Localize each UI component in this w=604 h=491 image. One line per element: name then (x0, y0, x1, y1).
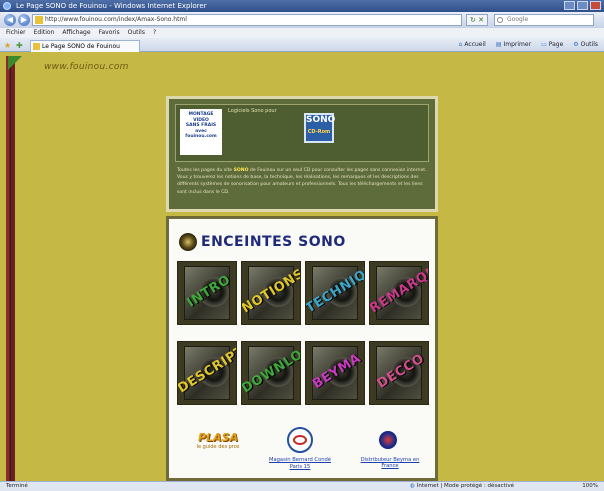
command-bar: ⌂ Accueil ▤ Imprimer ▭ Page ⚙ Outils (459, 41, 598, 48)
site-logo[interactable]: www.fouinou.com (44, 62, 129, 72)
close-button[interactable] (590, 1, 601, 10)
enceintes-sono-panel: ENCEINTES SONO INTRO NOTIONS TECHNIQUE R… (166, 216, 438, 481)
promo-banner: MONTAGE VIDEO SANS FRAIS avec fouinou.co… (175, 104, 429, 162)
minimize-button[interactable] (564, 1, 575, 10)
zoom-level[interactable]: 100% (582, 482, 598, 491)
maximize-button[interactable] (577, 1, 588, 10)
page-icon: ▭ (541, 41, 547, 48)
page-favicon-icon (35, 16, 43, 24)
page-viewport: www.fouinou.com MONTAGE VIDEO SANS FRAIS… (0, 52, 604, 481)
home-icon: ⌂ (458, 41, 463, 48)
window-title: Le Page SONO de Fouinou - Windows Intern… (16, 2, 207, 10)
menu-edit[interactable]: Edition (34, 28, 55, 38)
promo-small-label: Logiciels Sono pour (228, 108, 277, 114)
plasa-logo[interactable]: PLASA le guide des pros (191, 431, 245, 450)
url-field[interactable]: http://www.fouinou.com/index/Amax-Sono.h… (32, 14, 462, 26)
status-text: Terminé (6, 483, 28, 489)
window-titlebar: Le Page SONO de Fouinou - Windows Intern… (0, 0, 604, 12)
beyma-link[interactable]: Distributeur Beyma en France (355, 457, 425, 469)
tile-decco[interactable]: DECCO (369, 341, 429, 405)
enceintes-header: ENCEINTES SONO (179, 231, 346, 253)
add-favorite-icon[interactable]: ✚ (16, 41, 23, 50)
print-command[interactable]: ▤ Imprimer (496, 41, 531, 48)
beyma-logo-icon[interactable] (379, 431, 397, 449)
home-command[interactable]: ⌂ Accueil (459, 41, 486, 48)
video-ad[interactable]: MONTAGE VIDEO SANS FRAIS avec fouinou.co… (180, 109, 222, 155)
page-command[interactable]: ▭ Page (541, 41, 563, 48)
tab-active[interactable]: Le Page SONO de Fouinou (30, 40, 140, 52)
partner-links: PLASA le guide des pros Magasin Bernard … (169, 427, 435, 477)
tile-description[interactable]: DESCRIPTION (177, 341, 237, 405)
sono-cd-badge[interactable]: SONO CD-Rom (304, 113, 335, 143)
speaker-icon (179, 233, 197, 251)
magasin-link[interactable]: Magasin Bernard Condé Paris 15 (263, 457, 337, 471)
menu-view[interactable]: Affichage (62, 28, 90, 38)
tab-bar: ★ ✚ Le Page SONO de Fouinou ⌂ Accueil ▤ Im… (0, 38, 604, 52)
menu-help[interactable]: ? (153, 28, 156, 38)
printer-icon: ▤ (495, 41, 502, 48)
refresh-stop-group[interactable]: ↻ ✕ (466, 14, 488, 26)
security-zone: ◍ Internet | Mode protégé : désactivé (410, 483, 514, 489)
menu-bar: Fichier Edition Affichage Favoris Outils… (0, 28, 604, 38)
address-bar: ◀ ▶ http://www.fouinou.com/index/Amax-So… (0, 12, 604, 28)
tile-download[interactable]: DOWNLOAD (241, 341, 301, 405)
tile-beyma[interactable]: BEYMA (305, 341, 365, 405)
magasin-logo-icon[interactable] (287, 427, 313, 453)
tile-technique[interactable]: TECHNIQUE (305, 261, 365, 325)
search-input[interactable]: Google (494, 14, 594, 26)
promo-description: Toutes les pages du site SONO de Fouinou… (177, 168, 427, 195)
status-bar: Terminé ◍ Internet | Mode protégé : désac… (0, 481, 604, 491)
tab-favicon-icon (33, 43, 40, 50)
enceintes-title: ENCEINTES SONO (201, 234, 346, 250)
tile-remarques[interactable]: REMARQUES (369, 261, 429, 325)
ie-icon (3, 2, 11, 10)
tools-command[interactable]: ⚙ Outils (573, 41, 598, 48)
gear-icon: ⚙ (573, 41, 579, 48)
menu-favorites[interactable]: Favoris (99, 28, 120, 38)
menu-file[interactable]: Fichier (6, 28, 26, 38)
forward-button[interactable]: ▶ (18, 14, 30, 26)
back-button[interactable]: ◀ (4, 14, 16, 26)
tile-intro[interactable]: INTRO (177, 261, 237, 325)
menu-tools[interactable]: Outils (128, 28, 145, 38)
globe-icon: ◍ (410, 483, 415, 489)
left-decor-stripe (6, 56, 15, 481)
corner-decor (8, 56, 22, 70)
window-controls (564, 1, 601, 10)
tile-notions[interactable]: NOTIONS (241, 261, 301, 325)
search-icon (497, 17, 503, 23)
favorites-star-icon[interactable]: ★ (4, 41, 11, 50)
cd-promo-box: MONTAGE VIDEO SANS FRAIS avec fouinou.co… (166, 96, 438, 212)
